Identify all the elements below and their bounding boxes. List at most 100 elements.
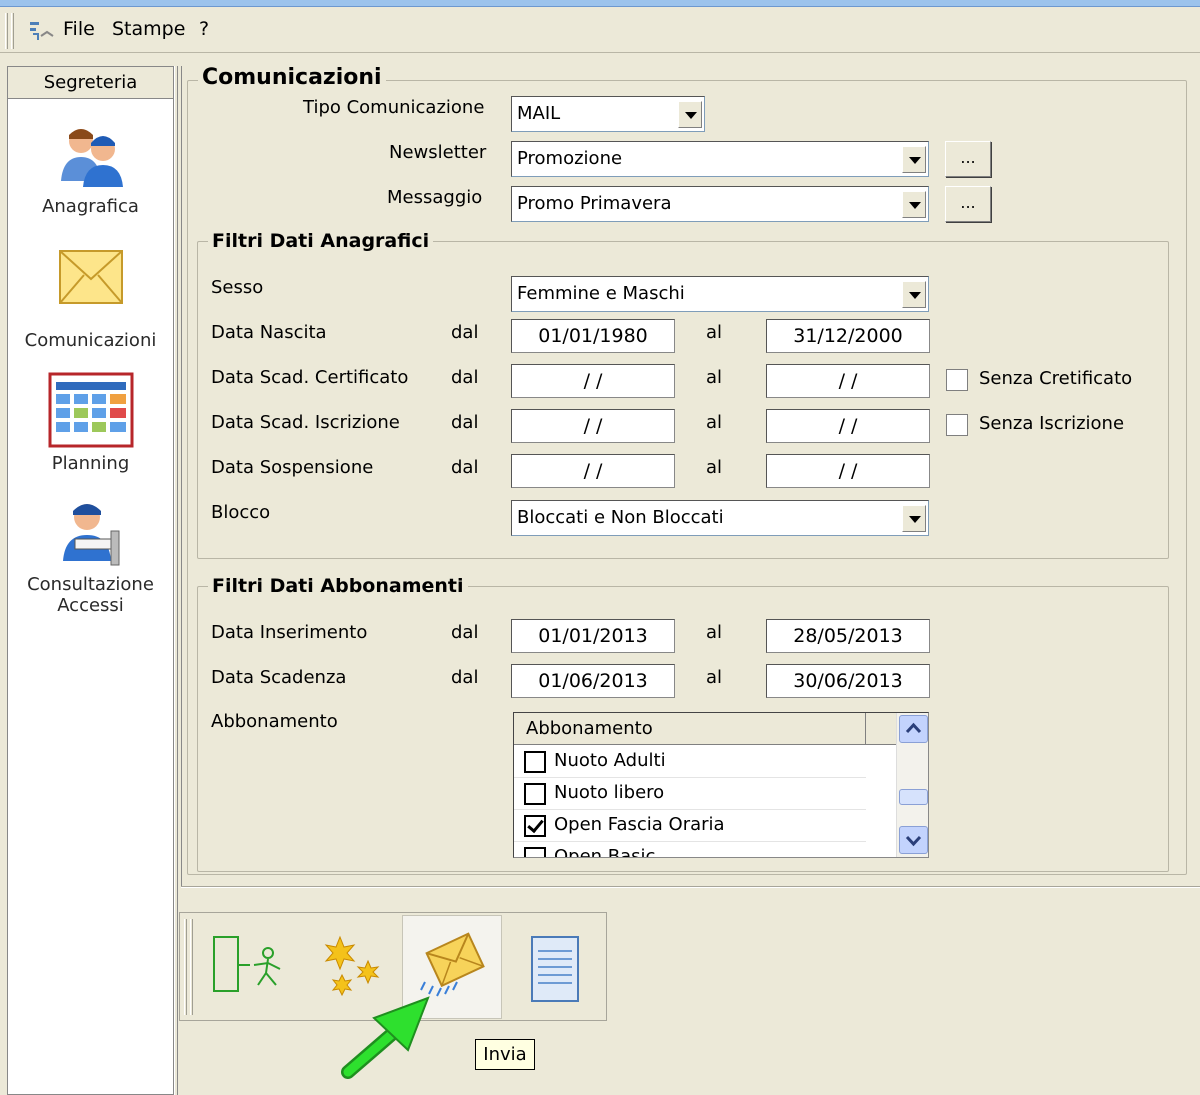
messaggio-label: Messaggio xyxy=(387,187,483,208)
chevron-down-icon[interactable] xyxy=(902,191,926,218)
row-checkbox[interactable] xyxy=(524,847,546,857)
data-sospensione-to[interactable]: / / xyxy=(766,454,930,488)
toolbar-grip[interactable] xyxy=(184,919,187,1015)
sidebar-item-label: Planning xyxy=(51,453,130,474)
menu-help[interactable]: ? xyxy=(199,18,209,40)
sidebar-item-planning[interactable]: Planning xyxy=(8,372,173,474)
messaggio-value: Promo Primavera xyxy=(517,193,672,214)
data-sospensione-from[interactable]: / / xyxy=(511,454,675,488)
sidebar-item-consultazione-accessi[interactable]: Consultazione Accessi xyxy=(8,495,173,616)
exit-button[interactable] xyxy=(202,915,302,1019)
messaggio-select[interactable]: Promo Primavera xyxy=(511,186,929,222)
abbonamento-list[interactable]: Abbonamento Nuoto Adulti Nuoto libero Op… xyxy=(513,712,929,858)
data-scadenza-from[interactable]: 01/06/2013 xyxy=(511,664,675,698)
scroll-thumb[interactable] xyxy=(899,789,928,805)
sidebar-item-label: Comunicazioni xyxy=(24,330,157,351)
data-inserimento-from[interactable]: 01/01/2013 xyxy=(511,619,675,653)
list-item[interactable]: Open Basic xyxy=(514,842,866,858)
toolbar-grip[interactable] xyxy=(5,13,8,49)
chevron-down-icon[interactable] xyxy=(902,281,926,308)
sesso-label: Sesso xyxy=(211,277,264,298)
tipo-comunicazione-value: MAIL xyxy=(517,103,561,124)
data-certificato-to[interactable]: / / xyxy=(766,364,930,398)
chevron-down-icon xyxy=(905,835,922,847)
data-inserimento-label: Data Inserimento xyxy=(211,622,368,643)
list-item-label: Open Fascia Oraria xyxy=(554,814,725,835)
data-scadenza-label: Data Scadenza xyxy=(211,667,347,688)
sidebar: Segreteria Anagrafica Comunicazioni Plan… xyxy=(7,66,174,1095)
tipo-comunicazione-label: Tipo Comunicazione xyxy=(303,97,485,118)
list-item-label: Open Basic xyxy=(554,846,656,858)
scroll-up-button[interactable] xyxy=(899,715,928,743)
list-item-label: Nuoto libero xyxy=(554,782,665,803)
chevron-down-icon[interactable] xyxy=(902,146,926,173)
data-iscrizione-from[interactable]: / / xyxy=(511,409,675,443)
separator xyxy=(181,886,1200,888)
al-label: al xyxy=(706,412,723,433)
row-checkbox[interactable] xyxy=(524,815,546,837)
abbonamento-label: Abbonamento xyxy=(211,711,338,732)
data-iscrizione-label: Data Scad. Iscrizione xyxy=(211,412,400,433)
newsletter-value: Promozione xyxy=(517,148,623,169)
data-certificato-label: Data Scad. Certificato xyxy=(211,367,409,388)
list-item[interactable]: Nuoto libero xyxy=(514,778,866,810)
newsletter-select[interactable]: Promozione xyxy=(511,141,929,177)
chevron-down-icon[interactable] xyxy=(902,505,926,532)
toolbar-grip[interactable] xyxy=(11,13,14,49)
row-checkbox[interactable] xyxy=(524,783,546,805)
menu-file[interactable]: File xyxy=(63,18,95,40)
al-label: al xyxy=(706,457,723,478)
list-scrollbar[interactable] xyxy=(896,713,928,857)
splitter[interactable] xyxy=(174,66,178,1095)
chevron-down-icon[interactable] xyxy=(678,101,702,128)
data-nascita-to[interactable]: 31/12/2000 xyxy=(766,319,930,353)
dal-label: dal xyxy=(451,457,479,478)
senza-certificato-checkbox[interactable] xyxy=(946,369,968,391)
data-scadenza-to[interactable]: 30/06/2013 xyxy=(766,664,930,698)
column-header-filler xyxy=(866,713,896,745)
toolbar-grip[interactable] xyxy=(190,919,193,1015)
app-icon[interactable] xyxy=(29,20,55,47)
senza-iscrizione-label[interactable]: Senza Iscrizione xyxy=(979,413,1124,434)
dal-label: dal xyxy=(451,412,479,433)
calendar-grid-icon xyxy=(48,372,133,448)
envelope-icon xyxy=(58,250,123,304)
data-inserimento-to[interactable]: 28/05/2013 xyxy=(766,619,930,653)
sesso-value: Femmine e Maschi xyxy=(517,283,685,304)
tipo-comunicazione-select[interactable]: MAIL xyxy=(511,96,705,132)
data-nascita-label: Data Nascita xyxy=(211,322,327,343)
data-sospensione-label: Data Sospensione xyxy=(211,457,374,478)
blocco-select[interactable]: Bloccati e Non Bloccati xyxy=(511,500,929,536)
sidebar-item-label: Consultazione Accessi xyxy=(27,574,154,616)
sidebar-item-comunicazioni[interactable]: Comunicazioni xyxy=(8,245,173,351)
comunicazioni-title: Comunicazioni xyxy=(198,65,386,90)
document-icon xyxy=(531,936,579,1002)
tooltip: Invia xyxy=(475,1039,535,1070)
dal-label: dal xyxy=(451,367,479,388)
filtri-abbonamenti-title: Filtri Dati Abbonamenti xyxy=(208,575,468,597)
dal-label: dal xyxy=(451,667,479,688)
blocco-value: Bloccati e Non Bloccati xyxy=(517,507,724,528)
list-item[interactable]: Nuoto Adulti xyxy=(514,746,866,778)
scroll-down-button[interactable] xyxy=(899,826,928,854)
sidebar-header[interactable]: Segreteria xyxy=(8,67,173,99)
row-checkbox[interactable] xyxy=(524,751,546,773)
senza-certificato-label[interactable]: Senza Cretificato xyxy=(979,368,1132,389)
abbonamento-column-header[interactable]: Abbonamento xyxy=(514,713,866,745)
sesso-select[interactable]: Femmine e Maschi xyxy=(511,276,929,312)
list-item[interactable]: Open Fascia Oraria xyxy=(514,810,866,842)
senza-iscrizione-checkbox[interactable] xyxy=(946,414,968,436)
data-certificato-from[interactable]: / / xyxy=(511,364,675,398)
data-nascita-from[interactable]: 01/01/1980 xyxy=(511,319,675,353)
document-button[interactable] xyxy=(502,915,602,1019)
sidebar-item-label: Anagrafica xyxy=(42,196,139,217)
sidebar-item-anagrafica[interactable]: Anagrafica xyxy=(8,119,173,217)
users-icon xyxy=(60,129,123,187)
newsletter-label: Newsletter xyxy=(389,142,487,163)
messaggio-browse-button[interactable]: ... xyxy=(945,186,991,222)
data-iscrizione-to[interactable]: / / xyxy=(766,409,930,443)
dal-label: dal xyxy=(451,322,479,343)
al-label: al xyxy=(706,322,723,343)
newsletter-browse-button[interactable]: ... xyxy=(945,141,991,177)
menu-stampe[interactable]: Stampe xyxy=(112,18,185,40)
